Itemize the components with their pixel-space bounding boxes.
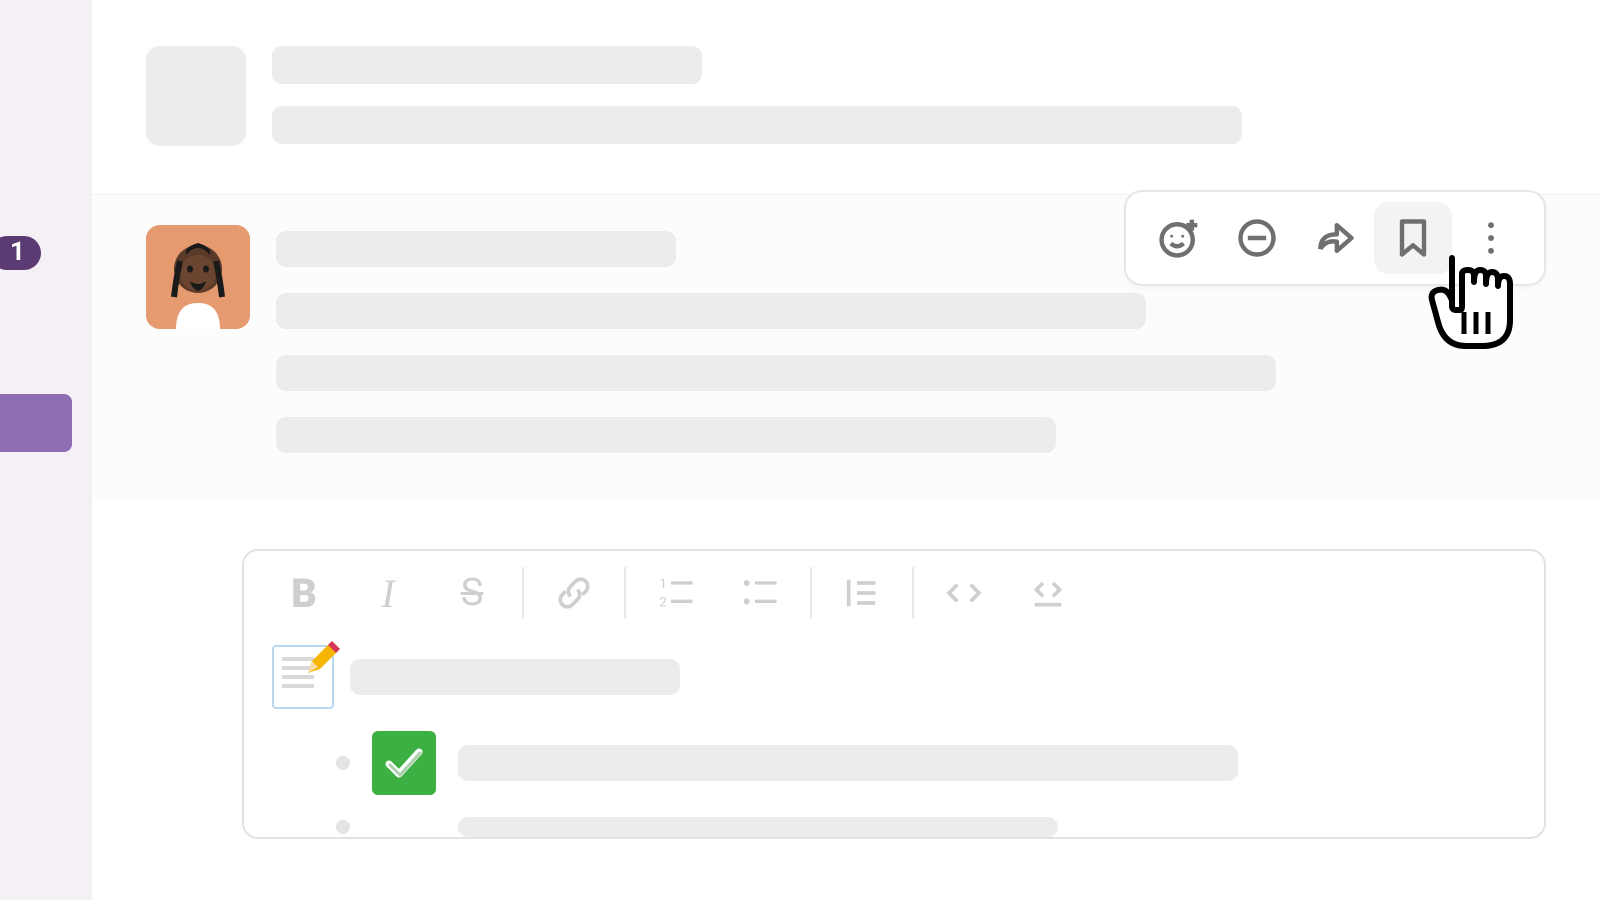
active-workspace-indicator[interactable] xyxy=(0,394,72,452)
content-placeholder xyxy=(272,46,1242,146)
avatar-illustration xyxy=(146,225,250,329)
placeholder-line xyxy=(458,745,1238,781)
link-icon xyxy=(554,573,594,613)
draft-line-3 xyxy=(272,817,1516,837)
thread-icon xyxy=(1235,216,1279,260)
composer-content[interactable] xyxy=(244,639,1544,837)
code-block-icon xyxy=(1028,573,1068,613)
app-root: 1 xyxy=(0,0,1600,900)
draft-line-2 xyxy=(272,731,1516,795)
unread-badge[interactable]: 1 xyxy=(0,236,41,270)
placeholder-line xyxy=(276,293,1146,329)
placeholder-line xyxy=(458,817,1058,837)
svg-text:1: 1 xyxy=(659,577,667,592)
formatting-toolbar: B I S 1 xyxy=(244,551,1544,639)
placeholder-line xyxy=(350,659,680,695)
blockquote-button[interactable] xyxy=(820,561,904,625)
code-icon xyxy=(944,573,984,613)
list-bullet xyxy=(336,756,350,770)
placeholder-line xyxy=(276,231,676,267)
reply-thread-button[interactable] xyxy=(1218,202,1296,274)
avatar-placeholder xyxy=(146,46,246,146)
share-arrow-icon xyxy=(1313,216,1357,260)
blockquote-icon xyxy=(842,573,882,613)
workspace-rail: 1 xyxy=(0,0,92,900)
message-pane: B I S 1 xyxy=(92,0,1600,900)
svg-text:2: 2 xyxy=(659,595,667,610)
toolbar-separator xyxy=(810,567,812,619)
message-skeleton-1 xyxy=(92,0,1600,146)
kebab-icon xyxy=(1469,216,1513,260)
bookmark-icon xyxy=(1391,216,1435,260)
memo-emoji-icon xyxy=(272,645,334,709)
draft-line-1 xyxy=(272,645,1516,709)
code-button[interactable] xyxy=(922,561,1006,625)
bookmark-button[interactable] xyxy=(1374,202,1452,274)
toolbar-separator xyxy=(522,567,524,619)
add-reaction-button[interactable] xyxy=(1140,202,1218,274)
placeholder-line xyxy=(272,46,702,84)
message-composer[interactable]: B I S 1 xyxy=(242,549,1546,839)
toolbar-separator xyxy=(624,567,626,619)
list-bullet xyxy=(336,820,350,834)
message-actions-toolbar xyxy=(1124,190,1546,286)
placeholder-line xyxy=(276,417,1056,453)
share-button[interactable] xyxy=(1296,202,1374,274)
more-actions-button[interactable] xyxy=(1452,202,1530,274)
code-block-button[interactable] xyxy=(1006,561,1090,625)
emoji-add-icon xyxy=(1157,216,1201,260)
ordered-list-button[interactable]: 1 2 xyxy=(634,561,718,625)
italic-button[interactable]: I xyxy=(346,561,430,625)
strikethrough-button[interactable]: S xyxy=(430,561,514,625)
bold-button[interactable]: B xyxy=(262,561,346,625)
check-mark-emoji-icon xyxy=(372,731,436,795)
bulleted-list-button[interactable] xyxy=(718,561,802,625)
toolbar-separator xyxy=(912,567,914,619)
placeholder-line xyxy=(272,106,1242,144)
ordered-list-icon: 1 2 xyxy=(656,573,696,613)
user-avatar[interactable] xyxy=(146,225,250,329)
bulleted-list-icon xyxy=(740,573,780,613)
placeholder-line xyxy=(276,355,1276,391)
link-button[interactable] xyxy=(532,561,616,625)
